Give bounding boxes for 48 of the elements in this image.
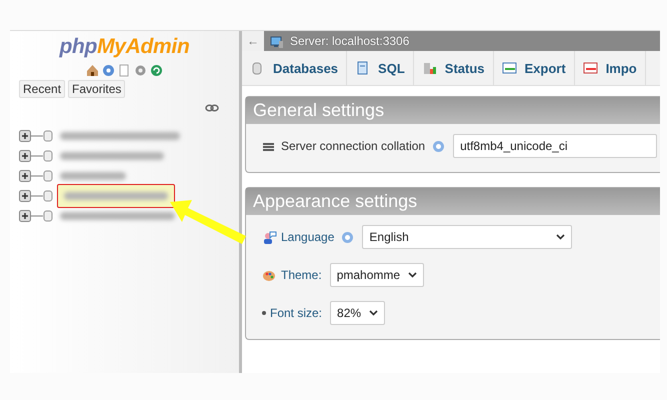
dropdown[interactable]: pmahomme	[330, 263, 424, 287]
bullet-icon	[262, 311, 266, 315]
nav-tab[interactable]: Export	[494, 51, 575, 85]
caret-icon	[369, 310, 378, 316]
dropdown[interactable]: English	[362, 225, 572, 249]
field-label: Theme:	[281, 268, 322, 282]
nav-tab[interactable]: Impo	[574, 51, 646, 85]
server-icon	[270, 34, 284, 48]
person-speech-icon	[262, 230, 277, 244]
link-icon	[205, 104, 219, 112]
database-icon	[43, 149, 53, 163]
caret-icon	[408, 272, 418, 278]
database-icon	[43, 129, 53, 143]
panel-title: General settings	[246, 97, 660, 124]
field-label: Font size:	[270, 306, 322, 320]
database-icon	[43, 169, 53, 183]
sidebar-tab[interactable]: Favorites	[68, 80, 126, 98]
dropdown[interactable]: utf8mb4_unicode_ci	[453, 134, 658, 158]
chart-icon	[422, 60, 437, 76]
help-icon	[432, 140, 446, 152]
document-icon	[118, 64, 131, 77]
server-label[interactable]: Server: localhost:3306	[290, 34, 410, 48]
field-label: Language	[281, 230, 334, 244]
panel-title: Appearance settings	[246, 188, 660, 215]
expand-icon	[19, 189, 43, 203]
refresh-icon	[150, 64, 163, 77]
table-import-icon	[582, 60, 598, 76]
sidebar-tab[interactable]: Recent	[19, 80, 66, 98]
blurred-label	[60, 172, 126, 180]
logo: phpMyAdmin	[60, 35, 190, 59]
nav-tab[interactable]: SQL	[347, 51, 414, 85]
help-icon	[341, 230, 354, 244]
nav-tab[interactable]: Databases	[242, 51, 348, 85]
settings-icon	[134, 64, 147, 77]
database-icon	[43, 209, 53, 223]
dropdown[interactable]: 82%	[330, 301, 386, 325]
expand-icon	[19, 209, 43, 223]
field-label: Server connection collation	[281, 139, 426, 153]
document-icon	[355, 60, 370, 76]
table-export-icon	[502, 60, 517, 76]
database-icon	[43, 189, 53, 203]
expand-icon	[19, 169, 43, 183]
home-icon	[86, 64, 99, 77]
nav-tab[interactable]: Status	[414, 51, 494, 85]
caret-icon	[556, 234, 566, 240]
help-icon	[102, 64, 115, 77]
expand-icon	[19, 149, 43, 163]
expand-icon	[19, 129, 43, 143]
